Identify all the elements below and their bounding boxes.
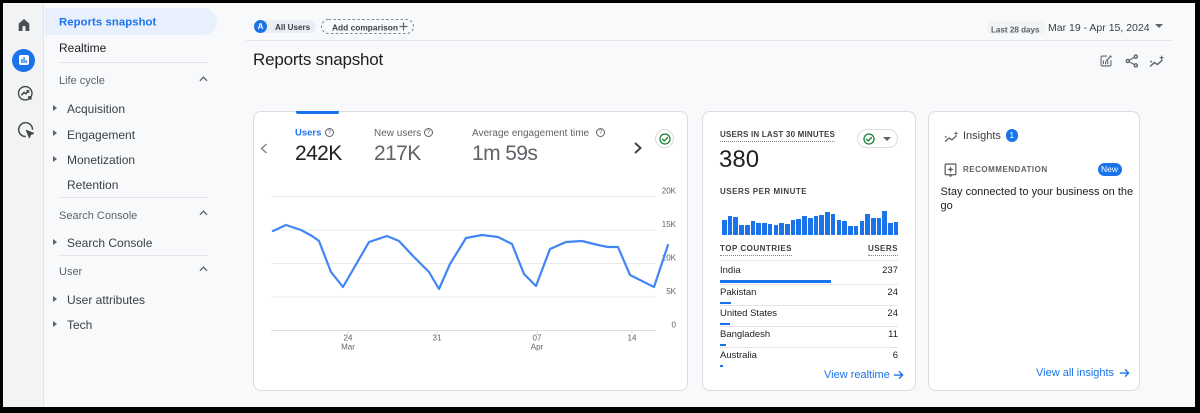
svg-text:31: 31 [433,334,442,343]
svg-text:14: 14 [628,334,637,343]
svg-text:20K: 20K [662,187,677,196]
svg-text:24: 24 [344,334,353,343]
svg-text:5K: 5K [666,287,676,296]
svg-text:15K: 15K [662,220,677,229]
svg-text:Mar: Mar [341,343,355,352]
svg-text:Apr: Apr [531,343,544,352]
svg-text:07: 07 [533,334,542,343]
svg-text:0: 0 [672,321,677,330]
